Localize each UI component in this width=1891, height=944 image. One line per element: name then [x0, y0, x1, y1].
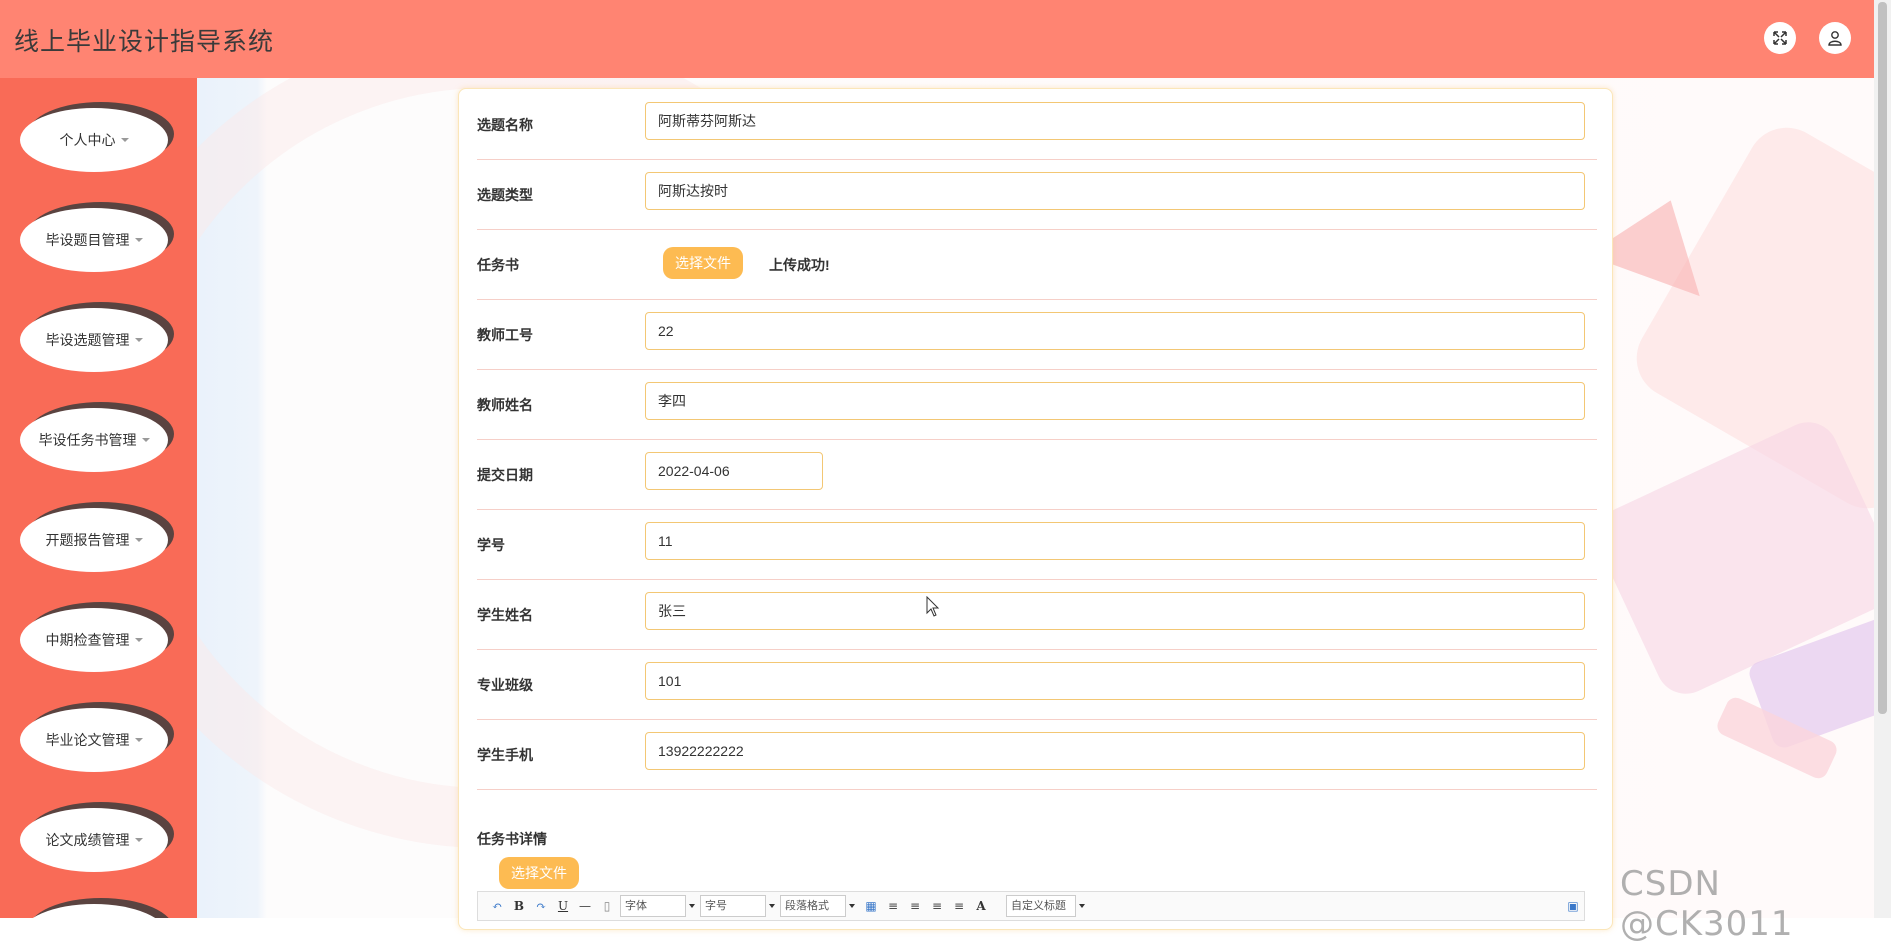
- caret-down-icon: [134, 538, 143, 542]
- caret-down-icon: [134, 338, 143, 342]
- paragraph-select[interactable]: 段落格式: [780, 895, 855, 917]
- topic-name-input[interactable]: 阿斯蒂芬阿斯达: [645, 102, 1585, 140]
- user-button[interactable]: [1819, 22, 1851, 54]
- sidebar-item-label: 中期检查管理: [45, 632, 130, 648]
- font-family-select[interactable]: 字体: [620, 895, 695, 917]
- font-size-select[interactable]: 字号: [700, 895, 775, 917]
- sidebar-item-selection-management[interactable]: 毕设选题管理: [20, 302, 174, 372]
- field-label: 学号: [477, 537, 505, 553]
- mouse-cursor-icon: [926, 596, 940, 617]
- dropdown-arrow-icon: [849, 904, 855, 908]
- task-detail-label: 任务书详情: [477, 831, 547, 847]
- sidebar-item-label: 毕设任务书管理: [38, 432, 137, 448]
- font-color-button[interactable]: A: [970, 899, 992, 913]
- sidebar-item-topic-management[interactable]: 毕设题目管理: [20, 202, 174, 272]
- redo-icon[interactable]: ↷: [530, 899, 552, 913]
- topic-type-input[interactable]: 阿斯达按时: [645, 172, 1585, 210]
- horizontal-rule-button[interactable]: —: [574, 899, 596, 913]
- sidebar-item-label: 毕设题目管理: [45, 232, 130, 248]
- top-header: 线上毕业设计指导系统: [0, 0, 1874, 78]
- form-row-student-id: 学号 11: [477, 509, 1597, 580]
- form-row-student-name: 学生姓名 张三: [477, 579, 1597, 650]
- preview-icon[interactable]: ▣: [1562, 899, 1584, 913]
- field-label: 选题名称: [477, 117, 533, 133]
- form-row-submit-date: 提交日期 2022-04-06: [477, 439, 1597, 510]
- sidebar-item-personal-center[interactable]: 个人中心: [20, 102, 174, 172]
- form-row-student-phone: 学生手机 13922222222: [477, 719, 1597, 790]
- upload-status: 上传成功!: [769, 257, 830, 273]
- sidebar-item-label: 开题报告管理: [45, 532, 130, 548]
- student-name-input[interactable]: 张三: [645, 592, 1585, 630]
- caret-down-icon: [141, 438, 150, 442]
- dropdown-arrow-icon: [1079, 904, 1085, 908]
- align-right-icon[interactable]: ≡: [904, 899, 926, 913]
- app-title: 线上毕业设计指导系统: [14, 28, 275, 56]
- field-label: 教师姓名: [477, 397, 533, 413]
- vertical-scrollbar[interactable]: [1874, 0, 1891, 918]
- fullscreen-button[interactable]: [1764, 22, 1796, 54]
- sidebar-item-proposal-management[interactable]: 开题报告管理: [20, 502, 174, 572]
- expand-icon: [1773, 31, 1787, 45]
- form-row-topic-type: 选题类型 阿斯达按时: [477, 159, 1597, 230]
- caret-down-icon: [134, 238, 143, 242]
- caret-down-icon: [120, 138, 129, 142]
- paragraph-value: 段落格式: [785, 900, 829, 912]
- detail-choose-file-button[interactable]: 选择文件: [499, 857, 579, 889]
- sidebar-item-thesis-management[interactable]: 毕业论文管理: [20, 702, 174, 772]
- class-input[interactable]: 101: [645, 662, 1585, 700]
- sidebar-item-label: 毕设选题管理: [45, 332, 130, 348]
- form-row-task-book: 任务书 选择文件 上传成功!: [477, 229, 1597, 300]
- field-label: 教师工号: [477, 327, 533, 343]
- caret-down-icon: [134, 838, 143, 842]
- teacher-id-input[interactable]: 22: [645, 312, 1585, 350]
- sidebar: 个人中心 毕设题目管理 毕设选题管理 毕设任务书管理 开题报告管理 中期检查管理…: [0, 78, 197, 918]
- rich-text-toolbar: ↶ B ↷ U — ▯ 字体 字号 段落格式 ▦ ≡ ≡ ≡ ≡ A 自定义标题…: [477, 891, 1585, 921]
- submit-date-input[interactable]: 2022-04-06: [645, 452, 823, 490]
- field-label: 学生姓名: [477, 607, 533, 623]
- custom-title-value: 自定义标题: [1011, 900, 1066, 912]
- form-row-teacher-name: 教师姓名 李四: [477, 369, 1597, 440]
- custom-title-select[interactable]: 自定义标题: [1006, 895, 1085, 917]
- watermark-text: CSDN @CK3011: [1620, 864, 1794, 944]
- scrollbar-thumb[interactable]: [1878, 2, 1887, 714]
- caret-down-icon: [134, 638, 143, 642]
- document-icon[interactable]: ▯: [596, 899, 618, 913]
- underline-button[interactable]: U: [552, 899, 574, 913]
- dropdown-arrow-icon: [689, 904, 695, 908]
- student-id-input[interactable]: 11: [645, 522, 1585, 560]
- sidebar-item-partial[interactable]: [20, 898, 174, 918]
- field-label: 专业班级: [477, 677, 533, 693]
- font-size-value: 字号: [705, 900, 727, 912]
- font-family-value: 字体: [625, 900, 647, 912]
- dropdown-arrow-icon: [769, 904, 775, 908]
- form-row-teacher-id: 教师工号 22: [477, 299, 1597, 370]
- student-phone-input[interactable]: 13922222222: [645, 732, 1585, 770]
- task-book-form: 选题名称 阿斯蒂芬阿斯达 选题类型 阿斯达按时 任务书 选择文件 上传成功! 教…: [458, 88, 1613, 930]
- table-icon[interactable]: ▦: [860, 899, 882, 913]
- undo-icon[interactable]: ↶: [486, 899, 508, 913]
- sidebar-item-task-book-management[interactable]: 毕设任务书管理: [20, 402, 174, 472]
- align-center-icon[interactable]: ≡: [926, 899, 948, 913]
- field-label: 任务书: [477, 257, 519, 273]
- choose-file-button[interactable]: 选择文件: [663, 247, 743, 279]
- sidebar-item-label: 毕业论文管理: [45, 732, 130, 748]
- sidebar-item-grade-management[interactable]: 论文成绩管理: [20, 802, 174, 872]
- form-row-topic-name: 选题名称 阿斯蒂芬阿斯达: [477, 89, 1597, 160]
- form-row-class: 专业班级 101: [477, 649, 1597, 720]
- user-icon: [1828, 31, 1842, 46]
- caret-down-icon: [134, 738, 143, 742]
- field-label: 学生手机: [477, 747, 533, 763]
- bold-button[interactable]: B: [508, 899, 530, 913]
- sidebar-item-label: 论文成绩管理: [45, 832, 130, 848]
- align-justify-icon[interactable]: ≡: [948, 899, 970, 913]
- align-left-icon[interactable]: ≡: [882, 899, 904, 913]
- field-label: 提交日期: [477, 467, 533, 483]
- sidebar-item-label: 个人中心: [59, 132, 116, 148]
- teacher-name-input[interactable]: 李四: [645, 382, 1585, 420]
- sidebar-item-midterm-management[interactable]: 中期检查管理: [20, 602, 174, 672]
- field-label: 选题类型: [477, 187, 533, 203]
